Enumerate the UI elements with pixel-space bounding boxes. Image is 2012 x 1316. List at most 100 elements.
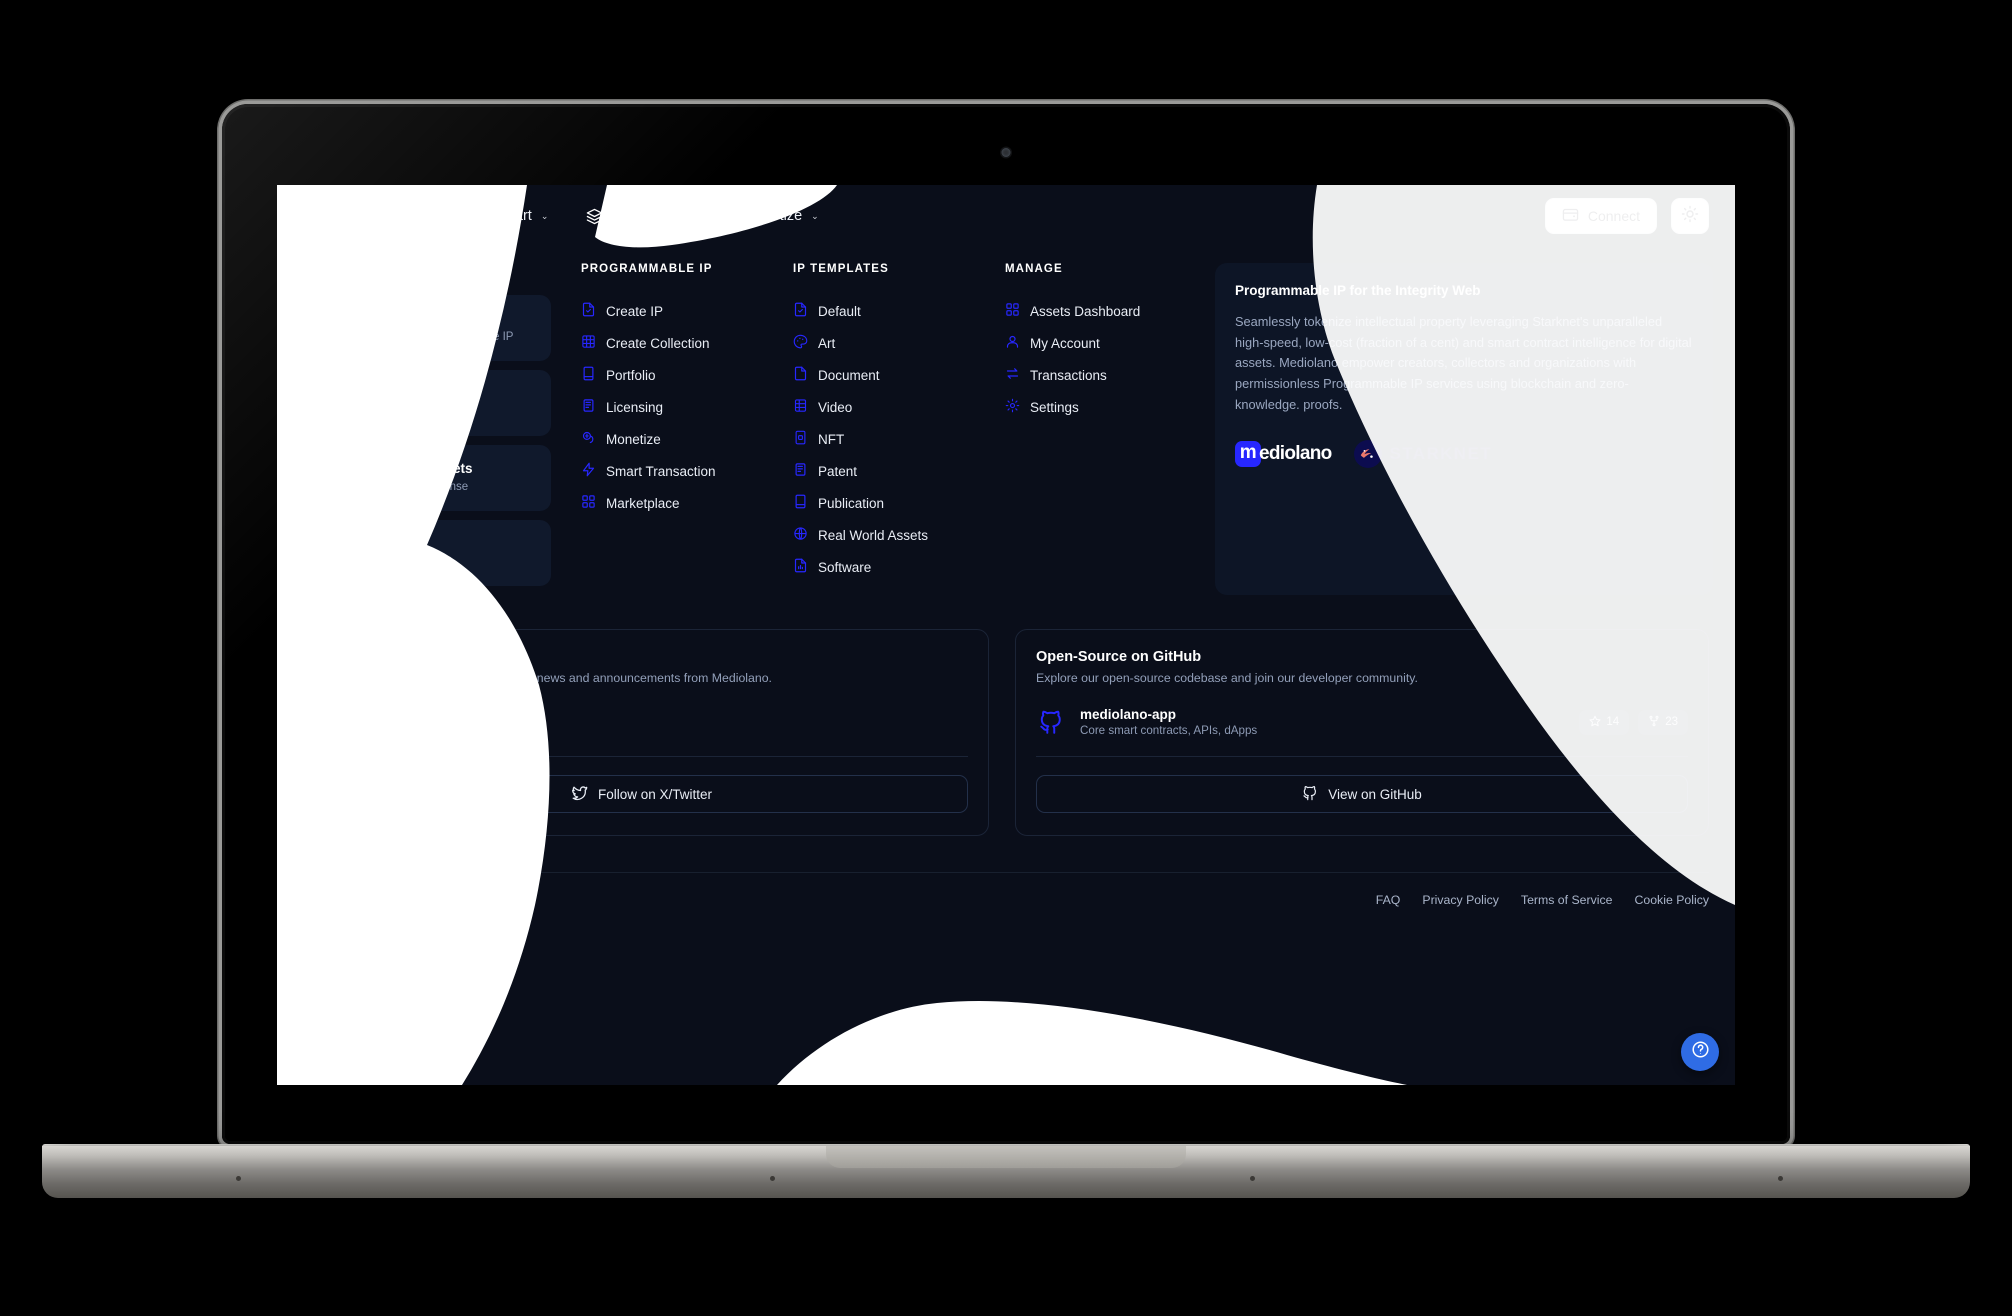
programmable-ip-heading: PROGRAMMABLE IP <box>581 263 713 275</box>
column-quick-links: QUICK LINKS Tokenize IP Create new Progr… <box>293 263 551 595</box>
link-template-patent[interactable]: Patent <box>793 455 975 487</box>
link-create-ip[interactable]: Create IP <box>581 295 763 327</box>
quick-link-title: Licensing Assets <box>362 461 473 477</box>
brand-name: ediolano <box>325 201 423 230</box>
connect-wallet-button[interactable]: Connect <box>1544 198 1657 234</box>
gem-icon <box>718 208 735 225</box>
link-settings[interactable]: Settings <box>1005 391 1177 423</box>
link-template-video[interactable]: Video <box>793 391 975 423</box>
laptop-foot <box>1250 1176 1255 1181</box>
link-assets-dashboard[interactable]: Assets Dashboard <box>1005 295 1177 327</box>
link-label: Create IP <box>606 303 664 319</box>
brand-mark-icon: m <box>1235 440 1261 467</box>
follow-twitter-button[interactable]: Follow on X/Twitter <box>316 775 968 813</box>
webcam <box>1001 148 1011 157</box>
book-icon <box>307 383 347 423</box>
link-portfolio[interactable]: Portfolio <box>581 359 763 391</box>
link-transactions[interactable]: Transactions <box>1005 359 1177 391</box>
github-repo-name: mediolano-app <box>1080 707 1177 722</box>
link-my-account[interactable]: My Account <box>1005 327 1177 359</box>
link-template-document[interactable]: Document <box>793 359 975 391</box>
link-marketplace[interactable]: Marketplace <box>581 487 763 519</box>
copyright-text: © 2025 Mediolano. All rights reserved. <box>295 893 507 907</box>
chevron-down-icon: ⌄ <box>672 210 681 221</box>
main-nav: Start ⌄ Manage ⌄ Monetize ⌄ <box>474 202 821 231</box>
column-manage: MANAGE Assets Dashboard My Account Trans… <box>1005 263 1177 595</box>
link-smart-transaction[interactable]: Smart Transaction <box>581 455 763 487</box>
promo-title: Programmable IP for the Integrity Web <box>1235 283 1481 298</box>
laptop-foot <box>236 1176 241 1181</box>
quick-link-tokenize-ip[interactable]: Tokenize IP Create new Programmable IP <box>293 295 551 361</box>
fork-count: 23 <box>1665 716 1678 728</box>
nav-label-manage: Manage <box>611 208 664 224</box>
link-label: Create Collection <box>606 335 710 351</box>
link-label: Settings <box>1030 399 1079 415</box>
starknet-logo: STARKNET <box>1353 439 1493 468</box>
brand-name: ediolano <box>1259 442 1332 464</box>
link-monetize[interactable]: Monetize <box>581 423 763 455</box>
nav-item-start[interactable]: Start ⌄ <box>474 202 550 231</box>
link-template-nft[interactable]: NFT <box>793 423 975 455</box>
site-footer: © 2025 Mediolano. All rights reserved. F… <box>277 873 1735 907</box>
github-repo-row: mediolano-app Core smart contracts, APIs… <box>1036 707 1688 737</box>
manage-list: Assets Dashboard My Account Transactions… <box>1005 295 1177 423</box>
github-card: Open-Source on GitHub Explore our open-s… <box>1015 629 1709 836</box>
link-label: Transactions <box>1030 367 1107 383</box>
quick-link-title: Monetize <box>362 536 420 552</box>
bolt-icon <box>581 462 596 480</box>
quick-link-subtitle: Create new Programmable IP <box>362 330 514 343</box>
quick-link-subtitle: Earn from your IP <box>362 555 453 568</box>
twitter-icon <box>316 707 346 737</box>
view-on-github-button[interactable]: View on GitHub <box>1036 775 1688 813</box>
divider <box>1036 756 1688 757</box>
quick-link-monetize[interactable]: Monetize Earn from your IP <box>293 520 551 586</box>
fork-icon <box>1648 715 1660 730</box>
link-template-software[interactable]: Software <box>793 551 975 583</box>
rocket-icon <box>476 208 493 225</box>
link-label: Default <box>818 303 861 319</box>
link-create-collection[interactable]: Create Collection <box>581 327 763 359</box>
link-label: Smart Transaction <box>606 463 716 479</box>
laptop-foot <box>1778 1176 1783 1181</box>
fork-count-badge: 23 <box>1638 709 1688 735</box>
file-check-icon <box>793 302 808 320</box>
document-icon <box>793 366 808 384</box>
help-button[interactable] <box>1681 1033 1719 1071</box>
link-label: NFT <box>818 431 845 447</box>
quick-link-licensing-assets[interactable]: Licensing Assets Register new license <box>293 445 551 511</box>
github-icon <box>1036 707 1066 737</box>
link-label: Real World Assets <box>818 527 929 543</box>
starknet-mark-icon <box>1353 439 1382 468</box>
theme-toggle-button[interactable] <box>1671 198 1709 234</box>
link-label: Video <box>818 399 853 415</box>
promo-card: Programmable IP for the Integrity Web Se… <box>1215 263 1713 595</box>
nav-item-monetize[interactable]: Monetize ⌄ <box>716 202 820 231</box>
screenshot-stage: m ediolano Start ⌄ Manage ⌄ Monetize ⌄ C… <box>0 0 2012 1316</box>
nav-item-manage[interactable]: Manage ⌄ <box>584 202 682 231</box>
link-label: Licensing <box>606 399 664 415</box>
footer-links: FAQ Privacy Policy Terms of Service Cook… <box>1376 893 1709 907</box>
footer-link-faq[interactable]: FAQ <box>1376 893 1401 907</box>
link-label: Assets Dashboard <box>1030 303 1141 319</box>
footer-link-privacy-policy[interactable]: Privacy Policy <box>1422 893 1499 907</box>
quick-link-manage-assets[interactable]: Manage Assets Your portfolio onchain <box>293 370 551 436</box>
palette-icon <box>793 334 808 352</box>
link-template-default[interactable]: Default <box>793 295 975 327</box>
grid-icon <box>581 334 596 352</box>
footer-link-cookie-policy[interactable]: Cookie Policy <box>1635 893 1710 907</box>
plus-icon <box>307 308 347 348</box>
glare-shape-bottom <box>777 1001 1407 1085</box>
link-template-real-world-assets[interactable]: Real World Assets <box>793 519 975 551</box>
brand-logo[interactable]: m ediolano <box>293 199 423 233</box>
footer-link-terms-of-service[interactable]: Terms of Service <box>1521 893 1613 907</box>
github-card-title: Open-Source on GitHub <box>1036 649 1202 665</box>
link-licensing[interactable]: Licensing <box>581 391 763 423</box>
video-icon <box>793 398 808 416</box>
scroll-icon <box>793 462 808 480</box>
divider <box>316 756 968 757</box>
link-template-art[interactable]: Art <box>793 327 975 359</box>
follow-button-label: Follow on X/Twitter <box>597 786 713 802</box>
link-label: Monetize <box>606 431 661 447</box>
quick-link-title: Manage Assets <box>362 386 460 402</box>
link-template-publication[interactable]: Publication <box>793 487 975 519</box>
